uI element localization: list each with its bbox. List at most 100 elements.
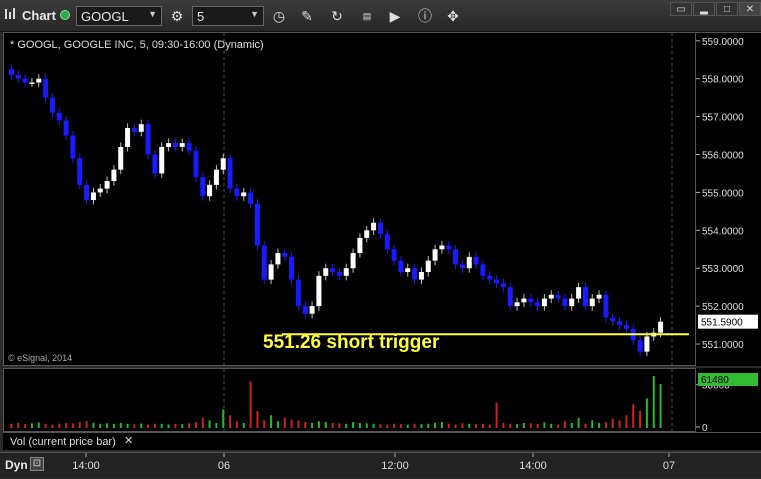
candle-body [610, 317, 616, 322]
candle-body [241, 192, 247, 197]
candle-body [535, 302, 541, 307]
time-tick-label: 14:00 [72, 460, 100, 472]
candle-body [316, 275, 322, 307]
volume-axis-svg: 50000061480 [696, 373, 758, 432]
copyright-text: © eSignal, 2014 [8, 353, 73, 363]
pencil-icon[interactable]: ✎ [296, 6, 318, 26]
price-tick-label: 559.0000 [702, 37, 744, 48]
volume-panel[interactable] [3, 368, 696, 433]
app-title: Chart [22, 8, 56, 23]
candle-body [275, 253, 281, 265]
refresh-icon[interactable]: ↻ [326, 6, 348, 26]
candle-body [70, 135, 76, 159]
candle-body [603, 294, 609, 318]
maximize-icon[interactable]: □ [716, 2, 738, 16]
play-icon[interactable]: ▶ [384, 6, 406, 26]
candle-body [234, 188, 240, 197]
price-chart-panel[interactable] [3, 32, 696, 367]
last-price-label: 551.5900 [701, 318, 743, 329]
candle-body [220, 158, 226, 170]
time-tick-label: 12:00 [381, 460, 409, 472]
candle-body [398, 260, 404, 273]
connection-status-icon [60, 10, 70, 20]
price-tick-label: 552.0000 [702, 302, 744, 313]
candle-body [459, 264, 465, 269]
candle-body [152, 154, 158, 174]
candle-body [254, 203, 260, 246]
candle-body [193, 150, 199, 178]
interval-input[interactable]: 5 ▼ [192, 6, 264, 26]
candle-body [658, 321, 664, 333]
settings-icon[interactable]: ⚙ [166, 6, 188, 26]
candle-body [425, 260, 431, 273]
candle-body [63, 120, 69, 136]
volume-tick-label: 0 [702, 423, 708, 432]
candle-body [480, 264, 486, 276]
candle-body [104, 181, 110, 189]
candle-body [528, 298, 534, 303]
candle-body [56, 112, 62, 121]
candle-body [569, 298, 575, 307]
candle-body [336, 272, 342, 276]
candle-body [43, 78, 49, 98]
candle-body [49, 97, 55, 113]
candle-body [8, 69, 14, 75]
chart-toolbar: Chart GOOGL ▼ ⚙ 5 ▼ ◷ ✎ ↻ ▤ ▶ ⓘ ✥ ▭ ▂ □ … [0, 0, 761, 32]
candle-body [22, 78, 28, 83]
candle-body [623, 325, 629, 329]
price-axis: 559.0000 558.0000 557.0000 556.0000 555.0000… [696, 32, 761, 366]
clock-icon[interactable]: ◷ [268, 6, 290, 26]
candle-body [541, 298, 547, 307]
candle-body [15, 74, 21, 79]
lock-icon[interactable]: ⊡ [30, 457, 44, 471]
tools-icon[interactable]: ✥ [442, 6, 464, 26]
symbol-input[interactable]: GOOGL ▼ [76, 6, 162, 26]
candle-body [555, 294, 561, 299]
volume-axis: 50000 0 61480 [696, 368, 761, 432]
candle-body [268, 264, 274, 280]
quote-icon[interactable]: ▤ [356, 6, 378, 26]
candle-body [412, 268, 418, 280]
chevron-down-icon[interactable]: ▼ [148, 9, 157, 19]
close-icon[interactable]: ✕ [124, 434, 133, 447]
candle-body [617, 321, 623, 326]
candle-body [418, 272, 424, 280]
chevron-down-icon[interactable]: ▼ [250, 9, 259, 19]
candle-body [227, 158, 233, 189]
time-tick-label: 14:00 [519, 460, 547, 472]
candle-body [364, 230, 370, 238]
price-axis-svg: 559.0000 558.0000 557.0000 556.0000 555.0000… [696, 37, 758, 351]
candle-body [576, 287, 582, 299]
symbol-value: GOOGL [81, 9, 129, 24]
candle-body [172, 143, 178, 147]
time-tick-label: 07 [663, 460, 675, 472]
candle-body [77, 158, 83, 185]
time-axis: 14:00 06 12:00 14:00 07 [0, 452, 761, 478]
candle-body [131, 127, 137, 132]
candle-body [200, 177, 206, 197]
dyn-label: Dyn [5, 458, 28, 472]
candle-body [295, 279, 301, 307]
price-chart-svg [8, 33, 689, 367]
minimize-icon[interactable]: ▂ [693, 2, 715, 16]
close-icon[interactable]: ✕ [739, 2, 761, 16]
candle-body [562, 298, 568, 307]
candle-body [343, 268, 349, 276]
candle-body [323, 268, 329, 276]
short-trigger-annotation: 551.26 short trigger [263, 332, 440, 353]
candle-body [166, 143, 172, 147]
candle-body [29, 82, 35, 84]
price-tick-label: 556.0000 [702, 151, 744, 162]
candle-body [289, 256, 295, 280]
candle-body [261, 245, 267, 280]
candle-body [111, 169, 117, 182]
candle-body [36, 78, 42, 83]
pin-icon[interactable]: ▭ [670, 2, 692, 16]
candle-body [84, 184, 90, 200]
candle-body [514, 302, 520, 307]
info-icon[interactable]: ⓘ [414, 6, 436, 26]
price-tick-label: 551.0000 [702, 340, 744, 351]
candle-body [186, 143, 192, 151]
candle-body [384, 234, 390, 250]
candle-body [582, 287, 588, 307]
